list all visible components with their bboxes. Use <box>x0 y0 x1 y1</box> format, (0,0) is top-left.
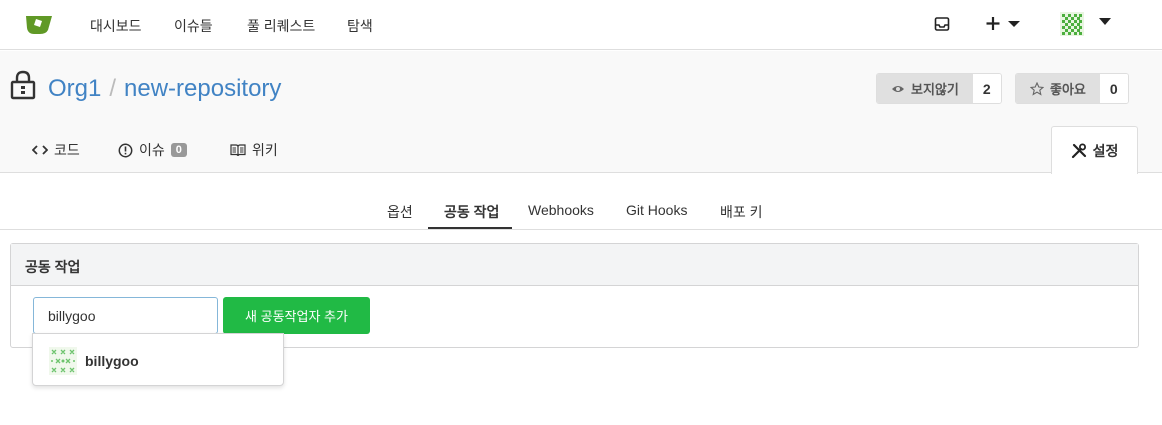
suggestion-avatar <box>49 347 77 375</box>
repo-title: Org1 / new-repository <box>48 75 281 103</box>
repo-owner-link[interactable]: Org1 <box>48 75 101 102</box>
add-collaborator-button[interactable]: 새 공동작업자 추가 <box>223 297 370 334</box>
nav-explore[interactable]: 탐색 <box>347 16 373 36</box>
star-label: 좋아요 <box>1050 82 1086 97</box>
repo-header: Org1 / new-repository 보지않기 2 좋아요 0 코드 이슈 0… <box>0 51 1162 174</box>
active-tab-indicator <box>428 227 512 229</box>
tab-wiki-label: 위키 <box>252 142 278 158</box>
nav-issues[interactable]: 이슈들 <box>174 16 213 36</box>
star-icon <box>1030 81 1044 96</box>
user-avatar[interactable] <box>1060 12 1084 36</box>
settings-tabs: 옵션 공동 작업 Webhooks Git Hooks 배포 키 <box>0 190 1162 230</box>
watch-button-group: 보지않기 2 <box>876 73 1002 104</box>
star-count[interactable]: 0 <box>1099 74 1128 103</box>
book-icon <box>230 143 246 156</box>
unwatch-button[interactable]: 보지않기 <box>877 74 973 103</box>
settings-tab-collaboration[interactable]: 공동 작업 <box>444 202 499 222</box>
code-icon <box>32 145 48 155</box>
tab-code[interactable]: 코드 <box>32 140 80 160</box>
watch-count[interactable]: 2 <box>972 74 1001 103</box>
create-new-icon[interactable] <box>986 16 1022 32</box>
repo-title-separator: / <box>109 75 117 102</box>
lock-icon <box>10 70 36 100</box>
issue-icon <box>118 143 133 157</box>
settings-tab-options[interactable]: 옵션 <box>387 202 413 222</box>
tab-settings[interactable]: 설정 <box>1051 126 1138 174</box>
collaborator-search-input[interactable] <box>33 297 218 334</box>
nav-pull-requests[interactable]: 풀 리퀘스트 <box>247 16 315 36</box>
top-navbar: 대시보드 이슈들 풀 리퀘스트 탐색 <box>0 0 1162 50</box>
repo-name-link[interactable]: new-repository <box>124 75 281 102</box>
tab-settings-label: 설정 <box>1092 142 1119 159</box>
eye-icon <box>892 85 904 92</box>
tab-wiki[interactable]: 위키 <box>230 140 278 160</box>
collaboration-header: 공동 작업 <box>11 244 1138 286</box>
unwatch-label: 보지않기 <box>911 82 959 97</box>
suggestion-item[interactable]: billygoo <box>49 347 139 375</box>
settings-tab-deploy-keys[interactable]: 배포 키 <box>720 202 763 222</box>
inbox-icon[interactable] <box>934 16 950 32</box>
user-menu-caret-icon[interactable] <box>1098 17 1112 27</box>
settings-tab-webhooks[interactable]: Webhooks <box>528 202 594 218</box>
gitea-logo-icon[interactable] <box>24 12 54 36</box>
settings-tab-git-hooks[interactable]: Git Hooks <box>626 202 687 218</box>
tools-icon <box>1071 143 1086 158</box>
issues-count-badge: 0 <box>170 143 187 157</box>
nav-dashboard[interactable]: 대시보드 <box>90 16 142 36</box>
star-button[interactable]: 좋아요 <box>1016 74 1100 103</box>
suggestion-username: billygoo <box>85 353 139 369</box>
user-suggestion-dropdown: billygoo <box>32 333 284 386</box>
tab-issues[interactable]: 이슈 0 <box>118 140 187 160</box>
tab-code-label: 코드 <box>54 142 80 158</box>
tab-issues-label: 이슈 <box>139 142 165 158</box>
star-button-group: 좋아요 0 <box>1015 73 1129 104</box>
